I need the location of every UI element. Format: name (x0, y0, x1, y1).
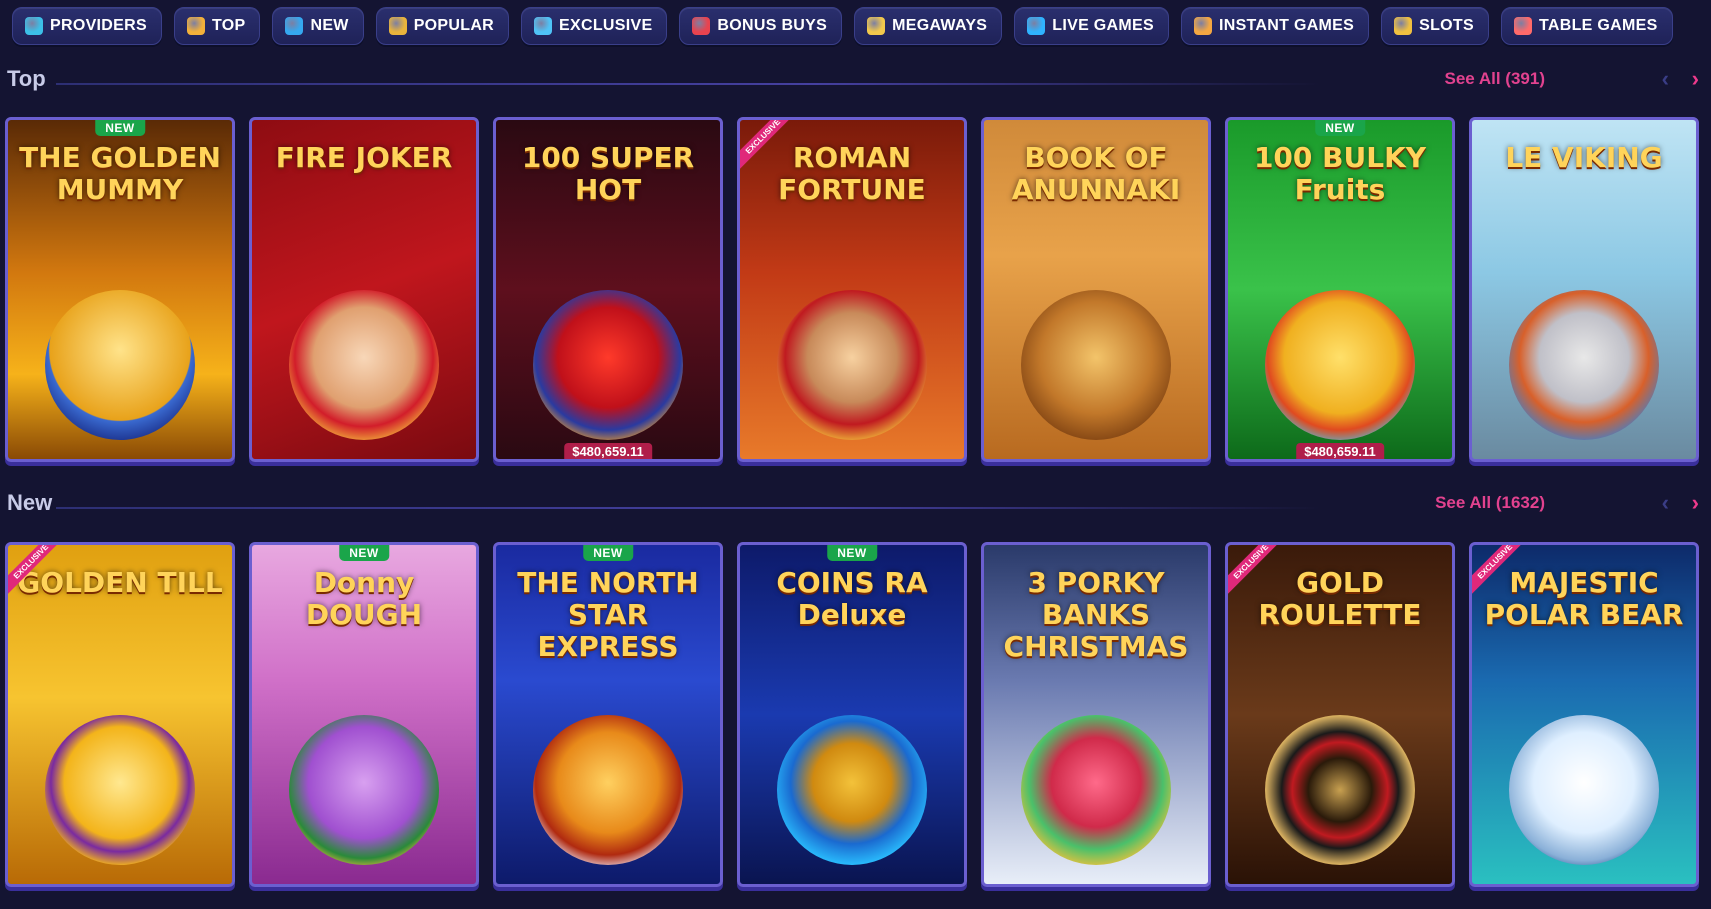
nav-exclusive-button[interactable]: EXCLUSIVE (521, 7, 668, 45)
game-title: 100 SUPER HOT (521, 141, 695, 206)
game-artwork (1021, 290, 1171, 440)
game-tile[interactable]: 100 SUPER HOT $480,659.11 (493, 117, 723, 462)
see-all-new-link[interactable]: See All (1632) (1435, 493, 1545, 513)
game-artwork (45, 290, 195, 440)
sparkle-icon (285, 17, 304, 35)
game-tile[interactable]: FIRE JOKER (249, 117, 479, 462)
nav-popular-button[interactable]: POPULAR (375, 7, 510, 45)
new-section-header: New See All (1632) ‹ › (0, 490, 1711, 524)
chevron-left-icon[interactable]: ‹ (1662, 66, 1669, 92)
top-section-header: Top See All (391) ‹ › (0, 66, 1711, 100)
megaways-icon (867, 17, 886, 35)
chevron-right-icon[interactable]: › (1692, 66, 1699, 92)
game-title: LE VIKING (1505, 141, 1663, 174)
nav-instant-games-button[interactable]: INSTANT GAMES (1180, 7, 1370, 45)
live-icon (1027, 17, 1046, 35)
shield-star-icon (388, 17, 407, 35)
nav-label: PROVIDERS (50, 17, 147, 34)
game-title: GOLD ROULETTE (1258, 566, 1422, 631)
nav-live-games-button[interactable]: LIVE GAMES (1014, 7, 1169, 45)
game-title: THE GOLDEN MUMMY (19, 141, 221, 206)
section-divider (56, 507, 1321, 509)
joystick-icon (1193, 17, 1212, 35)
see-all-top-link[interactable]: See All (391) (1445, 69, 1545, 89)
game-tile[interactable]: THE GOLDEN MUMMY NEW (5, 117, 235, 462)
nav-table-games-button[interactable]: TABLE GAMES (1500, 7, 1673, 45)
nav-label: TOP (211, 17, 246, 34)
section-divider (56, 83, 1321, 85)
nav-label: MEGAWAYS (892, 17, 988, 34)
game-tile[interactable]: THE NORTH STAR EXPRESS NEW (493, 542, 723, 887)
new-games-row: GOLDEN TILL EXCLUSIVE Donny DOUGH NEW THE NO… (5, 542, 1699, 887)
trophy-icon (186, 17, 205, 35)
game-tile[interactable]: BOOK OF ANUNNAKI (981, 117, 1211, 462)
game-artwork (533, 715, 683, 865)
nav-megaways-button[interactable]: MEGAWAYS (854, 7, 1003, 45)
category-nav: PROVIDERS TOP NEW POPULAR EXCLUSIVE BONUS BUY… (0, 0, 1711, 52)
gift-icon (692, 17, 711, 35)
game-artwork (1265, 290, 1415, 440)
nav-label: TABLE GAMES (1538, 17, 1658, 34)
game-title: 100 BULKY Fruits (1253, 141, 1427, 206)
game-artwork (1509, 290, 1659, 440)
game-tile[interactable]: MAJESTIC POLAR BEAR EXCLUSIVE (1469, 542, 1699, 887)
nav-label: NEW (310, 17, 349, 34)
game-tile[interactable]: COINS RA Deluxe NEW (737, 542, 967, 887)
game-title: COINS RA Deluxe (776, 566, 928, 631)
nav-providers-button[interactable]: PROVIDERS (12, 7, 162, 45)
game-artwork (1509, 715, 1659, 865)
nav-top-button[interactable]: TOP (173, 7, 261, 45)
new-badge: NEW (827, 545, 877, 561)
game-title: 3 PORKY BANKS CHRISTMAS (1003, 566, 1189, 663)
new-badge: NEW (95, 120, 145, 136)
new-badge: NEW (339, 545, 389, 561)
game-title: Donny DOUGH (305, 566, 423, 631)
nav-label: LIVE GAMES (1052, 17, 1154, 34)
cards-icon (1513, 17, 1532, 35)
nav-slots-button[interactable]: SLOTS (1381, 7, 1489, 45)
nav-label: SLOTS (1419, 17, 1474, 34)
nav-label: INSTANT GAMES (1218, 17, 1355, 34)
nav-label: POPULAR (413, 17, 495, 34)
section-title-new: New (7, 490, 53, 515)
game-artwork (1021, 715, 1171, 865)
chevron-left-icon[interactable]: ‹ (1662, 490, 1669, 516)
game-title: ROMAN FORTUNE (778, 141, 926, 206)
chevron-right-icon[interactable]: › (1692, 490, 1699, 516)
game-artwork (777, 290, 927, 440)
game-tile[interactable]: ROMAN FORTUNE EXCLUSIVE (737, 117, 967, 462)
section-title-top: Top (7, 66, 46, 91)
game-artwork (45, 715, 195, 865)
game-tile[interactable]: GOLD ROULETTE EXCLUSIVE (1225, 542, 1455, 887)
game-tile[interactable]: LE VIKING (1469, 117, 1699, 462)
game-tile[interactable]: GOLDEN TILL EXCLUSIVE (5, 542, 235, 887)
game-title: THE NORTH STAR EXPRESS (517, 566, 699, 663)
providers-icon (25, 17, 43, 35)
game-tile[interactable]: 3 PORKY BANKS CHRISTMAS (981, 542, 1211, 887)
new-badge: NEW (1315, 120, 1365, 136)
diamond-icon (534, 17, 553, 35)
game-artwork (777, 715, 927, 865)
new-badge: NEW (583, 545, 633, 561)
nav-label: EXCLUSIVE (559, 17, 653, 34)
game-tile[interactable]: 100 BULKY Fruits NEW $480,659.11 (1225, 117, 1455, 462)
jackpot-amount: $480,659.11 (1296, 443, 1384, 459)
game-title: MAJESTIC POLAR BEAR (1484, 566, 1684, 631)
game-artwork (1265, 715, 1415, 865)
game-title: FIRE JOKER (275, 141, 453, 174)
nav-label: BONUS BUYS (717, 17, 828, 34)
nav-bonus-buys-button[interactable]: BONUS BUYS (679, 7, 843, 45)
game-artwork (289, 290, 439, 440)
game-artwork (289, 715, 439, 865)
nav-new-button[interactable]: NEW (272, 7, 364, 45)
game-tile[interactable]: Donny DOUGH NEW (249, 542, 479, 887)
game-title: BOOK OF ANUNNAKI (1011, 141, 1181, 206)
slot-machine-icon (1394, 17, 1413, 35)
game-artwork (533, 290, 683, 440)
game-title: GOLDEN TILL (17, 566, 223, 599)
jackpot-amount: $480,659.11 (564, 443, 652, 459)
top-games-row: THE GOLDEN MUMMY NEW FIRE JOKER 100 SUPER H… (5, 117, 1699, 462)
